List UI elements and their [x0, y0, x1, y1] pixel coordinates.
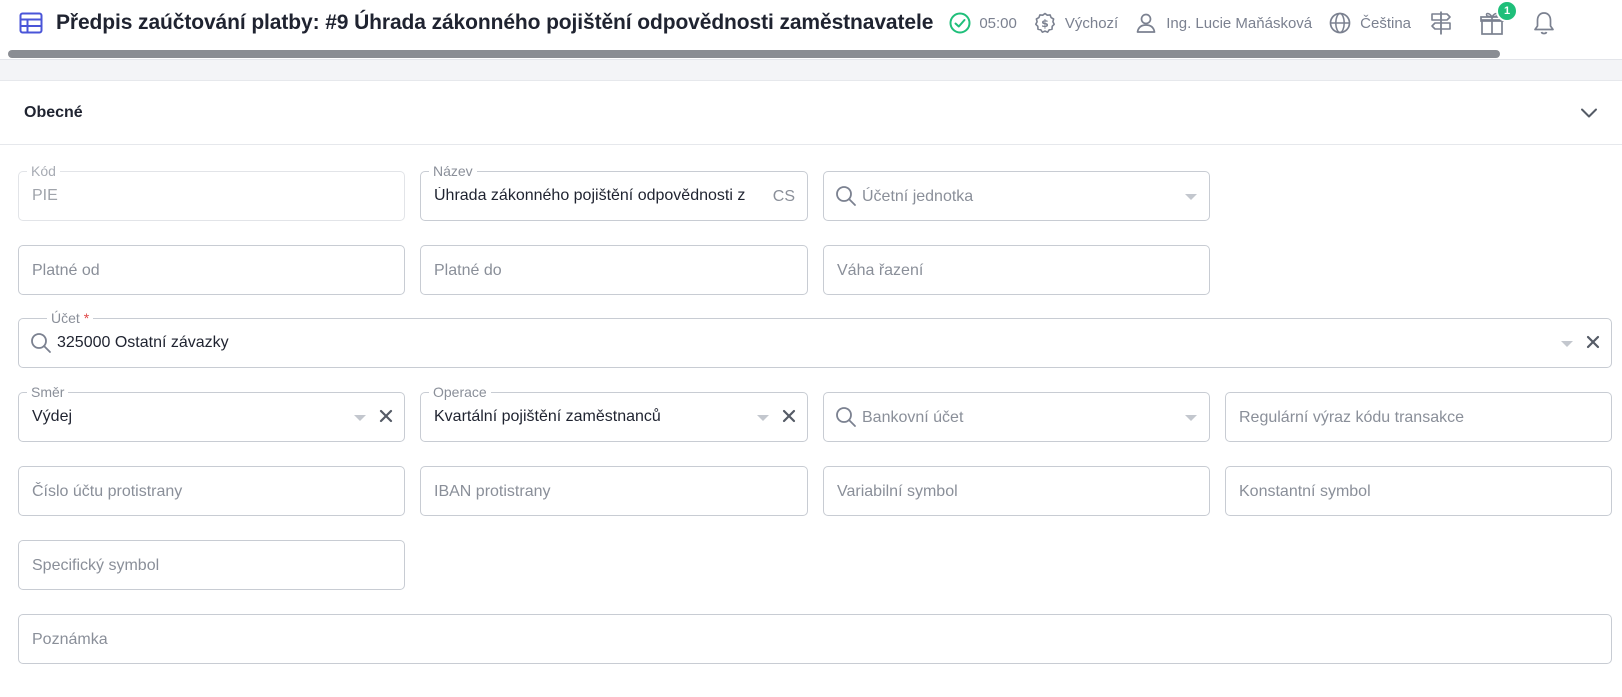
- scrollbar-thumb[interactable]: [8, 50, 1500, 58]
- iban-protistrany-placeholder: IBAN protistrany: [434, 483, 551, 500]
- user-icon: [1136, 13, 1156, 33]
- nazev-input[interactable]: Úhrada zákonného pojištění odpovědnosti …: [434, 187, 771, 205]
- user-name: Ing. Lucie Maňásková: [1166, 14, 1313, 32]
- currency-profile-label: Výchozí: [1064, 14, 1119, 32]
- close-icon[interactable]: [781, 408, 797, 429]
- svg-text:$: $: [1041, 17, 1049, 30]
- platne-od-placeholder: Platné od: [32, 262, 100, 279]
- signpost-button[interactable]: [1429, 10, 1453, 36]
- gift-button[interactable]: 1: [1479, 0, 1518, 36]
- language-selector[interactable]: Čeština: [1328, 11, 1411, 35]
- language-label: Čeština: [1360, 14, 1411, 32]
- bankovni-ucet-select[interactable]: Bankovní účet: [823, 392, 1210, 442]
- search-icon: [835, 406, 857, 433]
- platne-do-field[interactable]: Platné do: [420, 245, 808, 295]
- dropdown-arrow-icon[interactable]: [354, 415, 366, 421]
- regex-placeholder: Regulární výraz kódu transakce: [1239, 409, 1464, 426]
- nazev-label: Název: [429, 162, 477, 180]
- ucet-label: Účet *: [47, 309, 94, 327]
- page-title: Předpis zaúčtování platby: #9 Úhrada zák…: [56, 11, 934, 34]
- poznamka-field[interactable]: Poznámka: [18, 614, 1612, 664]
- close-icon[interactable]: [1585, 334, 1601, 355]
- ucetni-jednotka-placeholder: Účetní jednotka: [862, 188, 974, 205]
- vaha-razeni-field[interactable]: Váha řazení: [823, 245, 1210, 295]
- iban-protistrany-field[interactable]: IBAN protistrany: [420, 466, 808, 516]
- operace-value: Kvartální pojištění zaměstnanců: [434, 408, 661, 425]
- regex-field[interactable]: Regulární výraz kódu transakce: [1225, 392, 1612, 442]
- nazev-field[interactable]: Název Úhrada zákonného pojištění odpověd…: [420, 162, 808, 221]
- dropdown-arrow-icon[interactable]: [757, 415, 769, 421]
- konstantni-symbol-placeholder: Konstantní symbol: [1239, 483, 1371, 500]
- vaha-razeni-placeholder: Váha řazení: [837, 262, 924, 279]
- table-icon[interactable]: [18, 10, 44, 36]
- language-suffix[interactable]: CS: [773, 188, 795, 206]
- kod-field: Kód PIE: [18, 162, 405, 221]
- section-title: Obecné: [24, 103, 83, 121]
- ucet-select[interactable]: Účet * 325000 Ostatní závazky: [18, 309, 1612, 368]
- top-bar: Předpis zaúčtování platby: #9 Úhrada zák…: [0, 0, 1622, 46]
- cislo-uctu-protistrany-placeholder: Číslo účtu protistrany: [32, 483, 183, 500]
- specificky-symbol-placeholder: Specifický symbol: [32, 557, 160, 574]
- dropdown-arrow-icon[interactable]: [1561, 341, 1573, 347]
- operace-label: Operace: [429, 383, 491, 401]
- dropdown-arrow-icon[interactable]: [1185, 194, 1197, 200]
- platne-od-field[interactable]: Platné od: [18, 245, 405, 295]
- variabilni-symbol-placeholder: Variabilní symbol: [837, 483, 958, 500]
- required-mark: *: [83, 310, 90, 326]
- search-icon: [835, 185, 857, 212]
- notifications-button[interactable]: [1533, 10, 1555, 36]
- dropdown-arrow-icon[interactable]: [1185, 415, 1197, 421]
- ucetni-jednotka-select[interactable]: Účetní jednotka: [823, 171, 1210, 221]
- smer-label: Směr: [27, 383, 69, 401]
- currency-badge-icon: $: [1034, 12, 1055, 33]
- bell-icon: [1534, 12, 1554, 35]
- smer-value: Výdej: [32, 408, 73, 425]
- signpost-icon: [1431, 11, 1451, 35]
- session-timer[interactable]: 05:00: [949, 12, 1017, 34]
- variabilni-symbol-field[interactable]: Variabilní symbol: [823, 466, 1210, 516]
- poznamka-placeholder: Poznámka: [32, 631, 108, 648]
- ucet-value: 325000 Ostatní závazky: [57, 334, 229, 351]
- specificky-symbol-field[interactable]: Specifický symbol: [18, 540, 405, 590]
- search-icon: [30, 332, 52, 359]
- cislo-uctu-protistrany-field[interactable]: Číslo účtu protistrany: [18, 466, 405, 516]
- chevron-down-icon[interactable]: [1580, 107, 1598, 119]
- section-header[interactable]: Obecné: [0, 81, 1622, 145]
- timer-value: 05:00: [979, 14, 1017, 32]
- platne-do-placeholder: Platné do: [434, 262, 502, 279]
- globe-icon: [1329, 12, 1351, 34]
- kod-value: PIE: [32, 187, 58, 204]
- smer-select[interactable]: Směr Výdej: [18, 383, 405, 442]
- konstantni-symbol-field[interactable]: Konstantní symbol: [1225, 466, 1612, 516]
- horizontal-scrollbar[interactable]: [0, 46, 1622, 60]
- ucet-label-text: Účet: [51, 310, 80, 326]
- close-icon[interactable]: [378, 408, 394, 429]
- operace-select[interactable]: Operace Kvartální pojištění zaměstnanců: [420, 383, 808, 442]
- check-circle-icon: [949, 12, 971, 34]
- gift-badge: 1: [1496, 0, 1518, 22]
- bankovni-ucet-placeholder: Bankovní účet: [862, 409, 964, 426]
- currency-profile-selector[interactable]: $ Výchozí: [1033, 11, 1118, 35]
- user-menu[interactable]: Ing. Lucie Maňásková: [1134, 11, 1312, 35]
- kod-label: Kód: [27, 162, 60, 180]
